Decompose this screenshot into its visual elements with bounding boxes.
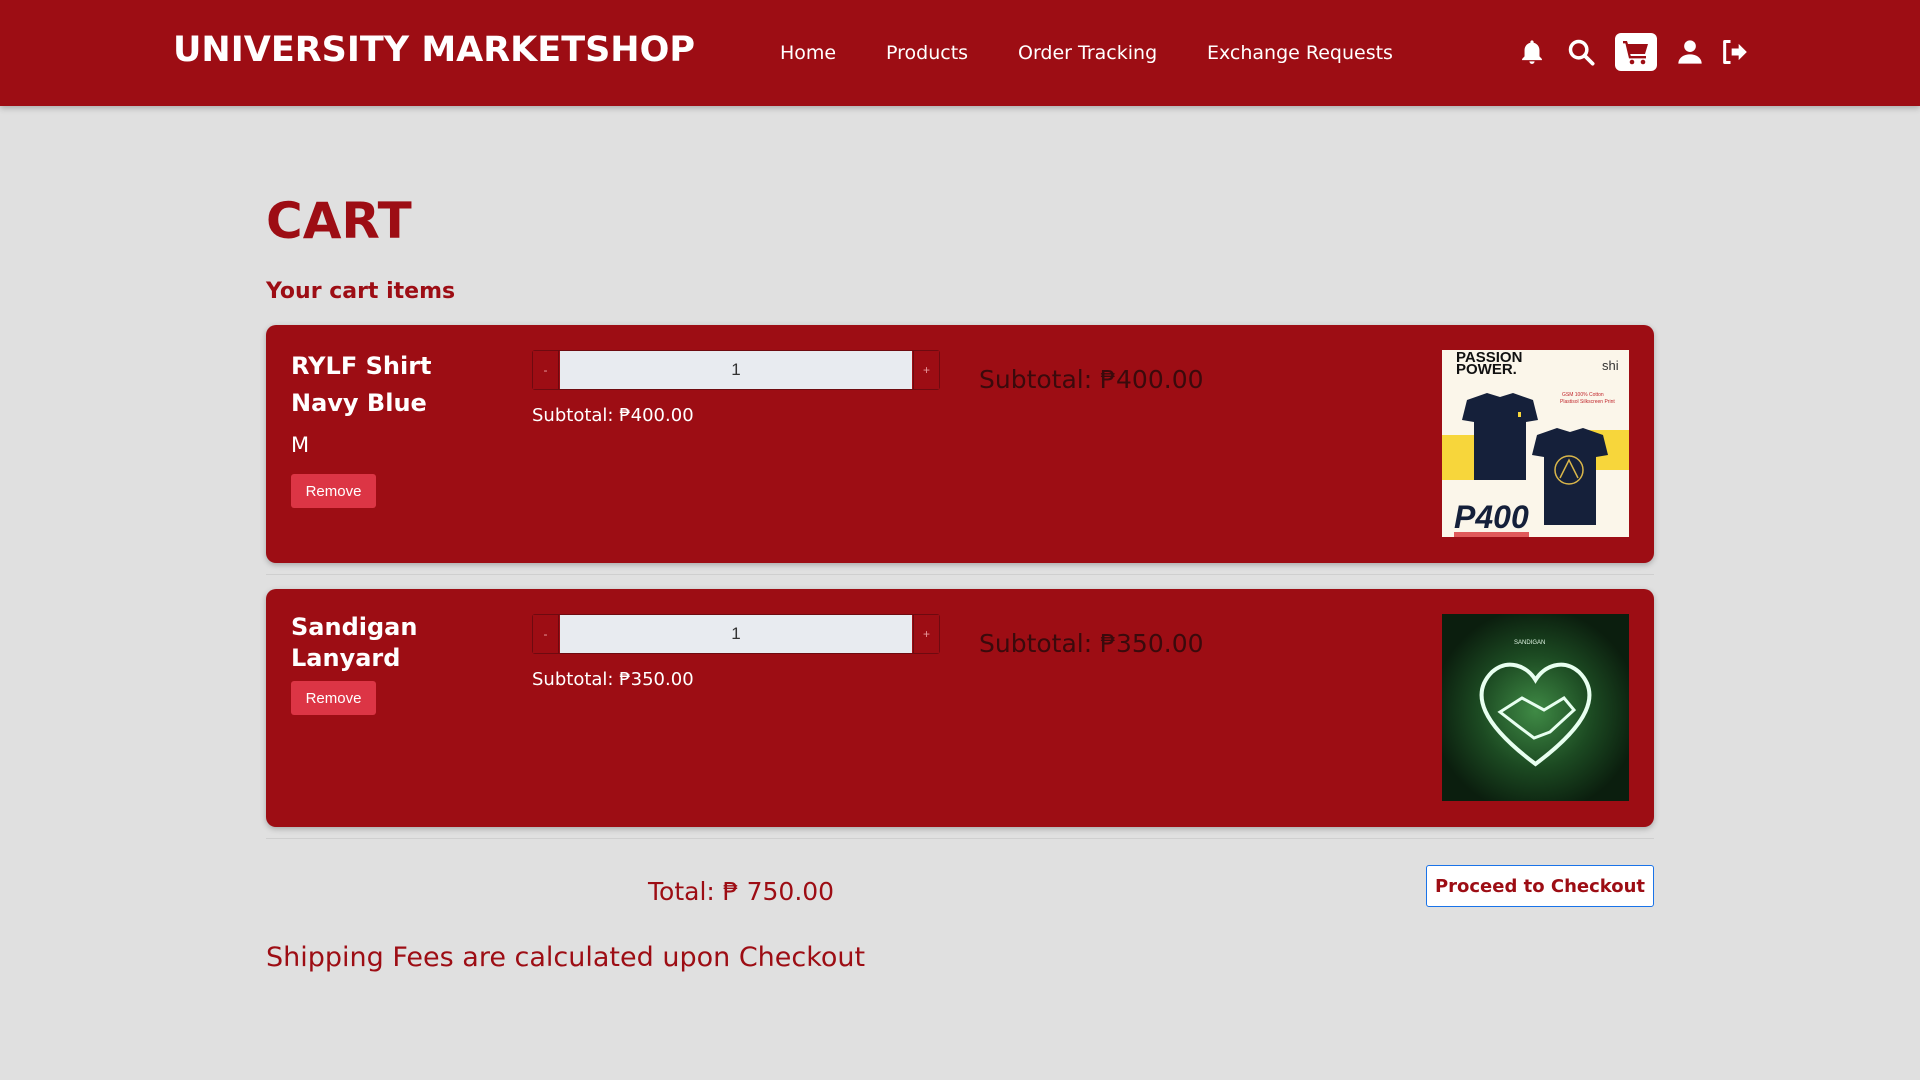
item-subtotal: Subtotal: ₱350.00 [532, 669, 694, 690]
item-subtotal-large: Subtotal: ₱400.00 [979, 365, 1204, 394]
increase-quantity-button[interactable]: + [913, 615, 939, 653]
top-navbar: UNIVERSITY MARKETSHOP Home Products Orde… [0, 0, 1920, 106]
nav-home[interactable]: Home [780, 42, 836, 64]
product-image-shirt: PASSION POWER. shi GSM 100% Cotton Plast… [1442, 350, 1629, 537]
svg-text:P400: P400 [1454, 499, 1529, 535]
user-icon[interactable] [1676, 38, 1704, 66]
remove-button[interactable]: Remove [291, 681, 376, 715]
svg-text:shi: shi [1602, 358, 1619, 373]
shipping-note: Shipping Fees are calculated upon Checko… [266, 942, 866, 973]
item-divider [266, 838, 1654, 839]
product-image-lanyard: SANDIGAN [1442, 614, 1629, 801]
svg-text:POWER.: POWER. [1456, 361, 1517, 378]
nav-order-tracking[interactable]: Order Tracking [1018, 42, 1157, 64]
remove-button[interactable]: Remove [291, 474, 376, 508]
svg-text:SANDIGAN: SANDIGAN [1514, 640, 1545, 646]
bell-icon[interactable] [1518, 38, 1546, 66]
cart-icon[interactable] [1615, 33, 1657, 71]
item-subtotal-large: Subtotal: ₱350.00 [979, 629, 1204, 658]
item-name: RYLF Shirt Navy Blue [291, 352, 432, 417]
proceed-to-checkout-button[interactable]: Proceed to Checkout [1426, 865, 1654, 907]
cart-item-card: Sandigan Lanyard Remove - + Subtotal: ₱3… [266, 589, 1654, 827]
quantity-input[interactable] [560, 615, 912, 653]
decrease-quantity-button[interactable]: - [533, 615, 559, 653]
decrease-quantity-button[interactable]: - [533, 351, 559, 389]
section-title: Your cart items [266, 279, 456, 304]
svg-text:GSM 100% Cotton: GSM 100% Cotton [1562, 392, 1604, 398]
quantity-stepper: - + [532, 614, 940, 654]
item-subtotal: Subtotal: ₱400.00 [532, 405, 694, 426]
increase-quantity-button[interactable]: + [913, 351, 939, 389]
item-name: Sandigan Lanyard [291, 613, 418, 672]
svg-text:Plastisol Silkscreen Print: Plastisol Silkscreen Print [1560, 399, 1615, 405]
search-icon[interactable] [1567, 38, 1595, 66]
nav-exchange-requests[interactable]: Exchange Requests [1207, 42, 1393, 64]
brand-logo-text[interactable]: UNIVERSITY MARKETSHOP [173, 30, 695, 70]
quantity-stepper: - + [532, 350, 940, 390]
item-size: M [291, 433, 310, 457]
logout-icon[interactable] [1720, 38, 1748, 66]
cart-total: Total: ₱ 750.00 [648, 877, 835, 906]
quantity-input[interactable] [560, 351, 912, 389]
page-title: CART [266, 192, 412, 250]
nav-products[interactable]: Products [886, 42, 968, 64]
item-divider [266, 574, 1654, 575]
cart-item-card: RYLF Shirt Navy Blue M Remove - + Subtot… [266, 325, 1654, 563]
